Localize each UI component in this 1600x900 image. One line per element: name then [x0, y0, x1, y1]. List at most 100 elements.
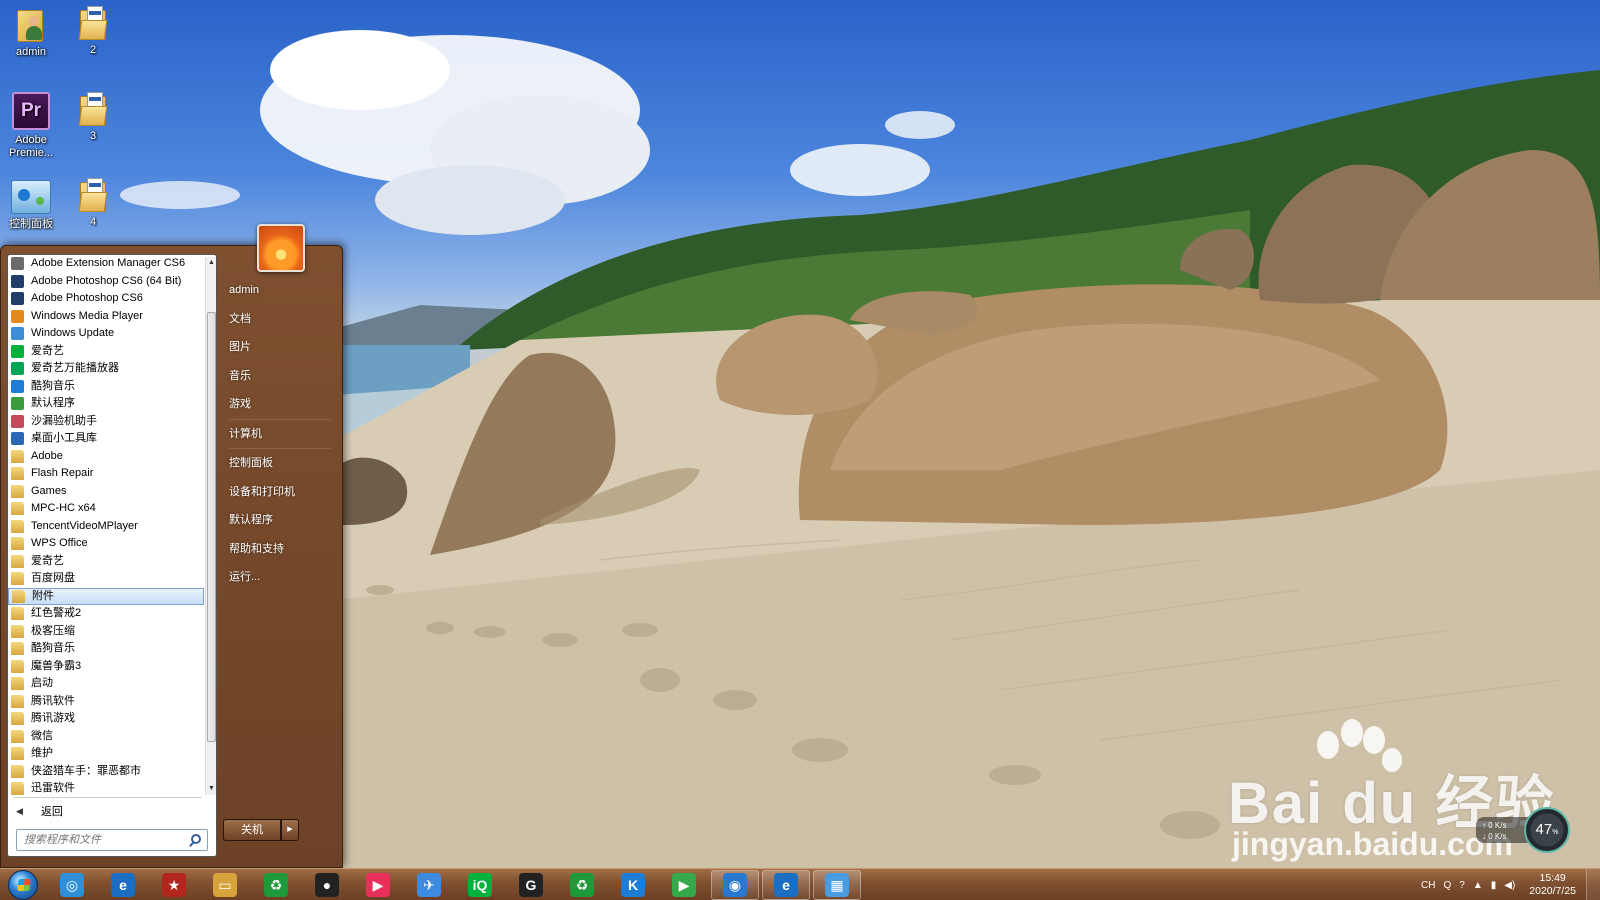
start-link[interactable]: 运行... [221, 563, 339, 592]
program-item[interactable]: 启动 [8, 675, 204, 693]
taskbar-search-icon: ◉ [723, 873, 747, 897]
taskbar-button[interactable]: ♻ [558, 870, 606, 900]
program-item[interactable]: MPC-HC x64 [8, 500, 204, 518]
language-indicator[interactable]: CH [1421, 880, 1435, 891]
program-item[interactable]: Adobe Extension Manager CS6 [8, 255, 204, 273]
taskbar-button[interactable]: ★ [150, 870, 198, 900]
program-item[interactable]: 桌面小工具库 [8, 430, 204, 448]
taskbar-button[interactable]: e [762, 870, 810, 900]
program-item-label: 桌面小工具库 [31, 432, 97, 445]
volume-tray-icon[interactable]: ◀) [1504, 880, 1515, 891]
program-item[interactable]: 酷狗音乐 [8, 640, 204, 658]
folder-icon [78, 92, 108, 126]
show-hidden-icons-icon[interactable]: ▲ [1473, 880, 1483, 891]
program-list-scrollbar[interactable]: ▲ ▼ [205, 257, 216, 795]
program-item[interactable]: Flash Repair [8, 465, 204, 483]
program-item[interactable]: Games [8, 483, 204, 501]
shutdown-button[interactable]: 关机 [223, 819, 281, 841]
taskbar-feishu-icon: ✈ [417, 873, 441, 897]
start-link[interactable]: 控制面板 [221, 449, 339, 478]
start-link[interactable]: 计算机 [221, 420, 339, 449]
program-item[interactable]: 腾讯软件 [8, 693, 204, 711]
desktop-icon-control-panel[interactable]: 控制面板 [0, 180, 62, 231]
scroll-up-arrow-icon[interactable]: ▲ [206, 257, 217, 269]
clock[interactable]: 15:49 2020/7/25 [1529, 872, 1576, 898]
start-link[interactable]: 音乐 [221, 362, 339, 391]
program-item[interactable]: 微信 [8, 728, 204, 746]
program-item[interactable]: 爱奇艺 [8, 343, 204, 361]
desktop-icon-label: Adobe Premie... [8, 134, 53, 159]
desktop-icon-label: 3 [89, 130, 97, 142]
divider [14, 797, 202, 798]
start-link[interactable]: admin [221, 276, 339, 305]
search-icon[interactable] [191, 834, 201, 844]
taskbar-button[interactable]: K [609, 870, 657, 900]
taskbar-player-icon: ▶ [672, 873, 696, 897]
program-item[interactable]: WPS Office [8, 535, 204, 553]
program-item[interactable]: 酷狗音乐 [8, 378, 204, 396]
start-link[interactable]: 默认程序 [221, 506, 339, 535]
scroll-down-arrow-icon[interactable]: ▼ [206, 783, 217, 795]
program-item[interactable]: Adobe [8, 448, 204, 466]
search-box[interactable] [16, 829, 208, 851]
taskbar-g-app-icon: G [519, 873, 543, 897]
program-item[interactable]: 百度网盘 [8, 570, 204, 588]
scroll-thumb[interactable] [207, 312, 216, 742]
qq-tray-icon[interactable]: Q [1443, 880, 1451, 891]
folder-icon [11, 484, 24, 498]
program-item[interactable]: TencentVideoMPlayer [8, 518, 204, 536]
taskbar-button[interactable]: ▦ [813, 870, 861, 900]
program-item[interactable]: Adobe Photoshop CS6 [8, 290, 204, 308]
program-item[interactable]: 沙漏验机助手 [8, 413, 204, 431]
network-tray-icon[interactable]: ▮ [1491, 880, 1497, 891]
start-link[interactable]: 游戏 [221, 390, 339, 419]
program-item[interactable]: 极客压缩 [8, 623, 204, 641]
taskbar-button[interactable]: ▶ [354, 870, 402, 900]
start-link[interactable]: 帮助和支持 [221, 535, 339, 564]
program-item[interactable]: 维护 [8, 745, 204, 763]
start-link[interactable]: 图片 [221, 333, 339, 362]
program-item[interactable]: 爱奇艺 [8, 553, 204, 571]
search-input[interactable] [24, 834, 184, 846]
upload-unit: K/s [1494, 821, 1507, 830]
start-link[interactable]: 设备和打印机 [221, 478, 339, 507]
program-item[interactable]: 侠盗猎车手：罪恶都市 [8, 763, 204, 781]
show-desktop-button[interactable] [1586, 869, 1600, 900]
taskbar-button[interactable]: ◉ [711, 870, 759, 900]
start-link[interactable]: 文档 [221, 305, 339, 334]
taskbar-button[interactable]: G [507, 870, 555, 900]
folder-icon [11, 747, 24, 761]
taskbar-button[interactable]: ▭ [201, 870, 249, 900]
taskbar-button[interactable]: ● [303, 870, 351, 900]
program-item[interactable]: 魔兽争霸3 [8, 658, 204, 676]
program-item[interactable]: 迅雷软件 [8, 780, 204, 795]
program-item[interactable]: Windows Media Player [8, 308, 204, 326]
taskbar-button[interactable]: ◎ [48, 870, 96, 900]
taskbar-button[interactable]: iQ [456, 870, 504, 900]
user-avatar[interactable] [257, 224, 305, 272]
program-item[interactable]: 附件 [8, 587, 204, 605]
taskbar-button[interactable]: e [99, 870, 147, 900]
desktop-icon-admin[interactable]: admin [0, 6, 62, 59]
help-tray-icon[interactable]: ? [1459, 880, 1465, 891]
program-item[interactable]: 默认程序 [8, 395, 204, 413]
program-item[interactable]: 爱奇艺万能播放器 [8, 360, 204, 378]
program-item[interactable]: 腾讯游戏 [8, 710, 204, 728]
taskbar-button[interactable]: ♻ [252, 870, 300, 900]
desktop-icon-label: 2 [89, 44, 97, 56]
taskbar-button[interactable]: ✈ [405, 870, 453, 900]
desktop-icon-folder-3[interactable]: 3 [62, 92, 124, 143]
program-item[interactable]: 红色警戒2 [8, 605, 204, 623]
back-button[interactable]: ◀ 返回 [16, 802, 63, 820]
start-menu: Adobe Extension Manager CS6 Adobe Photosh… [0, 224, 343, 868]
desktop-icon-folder-4[interactable]: 4 [62, 178, 124, 229]
program-item[interactable]: Windows Update [8, 325, 204, 343]
shutdown-options-arrow-icon[interactable]: ▶ [281, 819, 299, 841]
desktop-icon-premiere[interactable]: Pr Adobe Premie... [0, 92, 62, 160]
network-speed-widget[interactable]: ↑ 0 K/s ↓ 0 K/s 47% [1476, 807, 1570, 853]
taskbar-button[interactable]: ▶ [660, 870, 708, 900]
start-button[interactable] [4, 869, 42, 900]
desktop-icon-folder-2[interactable]: 2 [62, 6, 124, 57]
program-item[interactable]: Adobe Photoshop CS6 (64 Bit) [8, 273, 204, 291]
folder-icon [11, 712, 24, 726]
